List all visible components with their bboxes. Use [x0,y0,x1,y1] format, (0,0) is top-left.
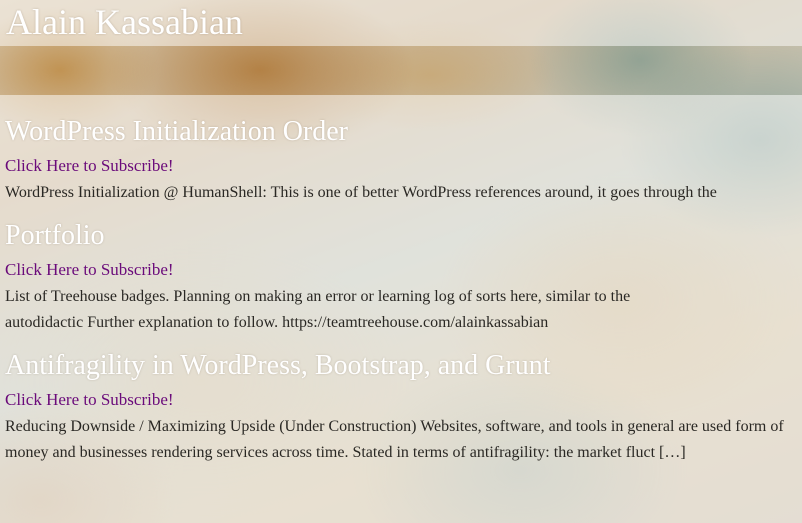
subscribe-link[interactable]: Click Here to Subscribe! [5,389,802,411]
post-excerpt: Reducing Downside / Maximizing Upside (U… [5,418,784,461]
subscribe-link[interactable]: Click Here to Subscribe! [5,259,802,281]
post-title-link[interactable]: WordPress Initialization Order [5,116,348,147]
post-excerpt: WordPress Initialization @ HumanShell: T… [5,184,717,201]
post-antifragility: Antifragility in WordPress, Bootstrap, a… [5,336,802,466]
subscribe-link[interactable]: Click Here to Subscribe! [5,155,802,177]
post-title-link[interactable]: Portfolio [5,220,105,251]
post-title: WordPress Initialization Order [5,115,802,149]
post-portfolio: Portfolio Click Here to Subscribe! List … [5,206,802,336]
post-title: Portfolio [5,219,802,253]
site-title[interactable]: Alain Kassabian [6,0,243,44]
post-title: Antifragility in WordPress, Bootstrap, a… [5,349,802,383]
post-wordpress-initialization-order: WordPress Initialization Order Click Her… [5,95,802,206]
post-list: WordPress Initialization Order Click Her… [5,95,802,466]
post-title-link[interactable]: Antifragility in WordPress, Bootstrap, a… [5,350,551,381]
post-excerpt: List of Treehouse badges. Planning on ma… [5,288,631,331]
